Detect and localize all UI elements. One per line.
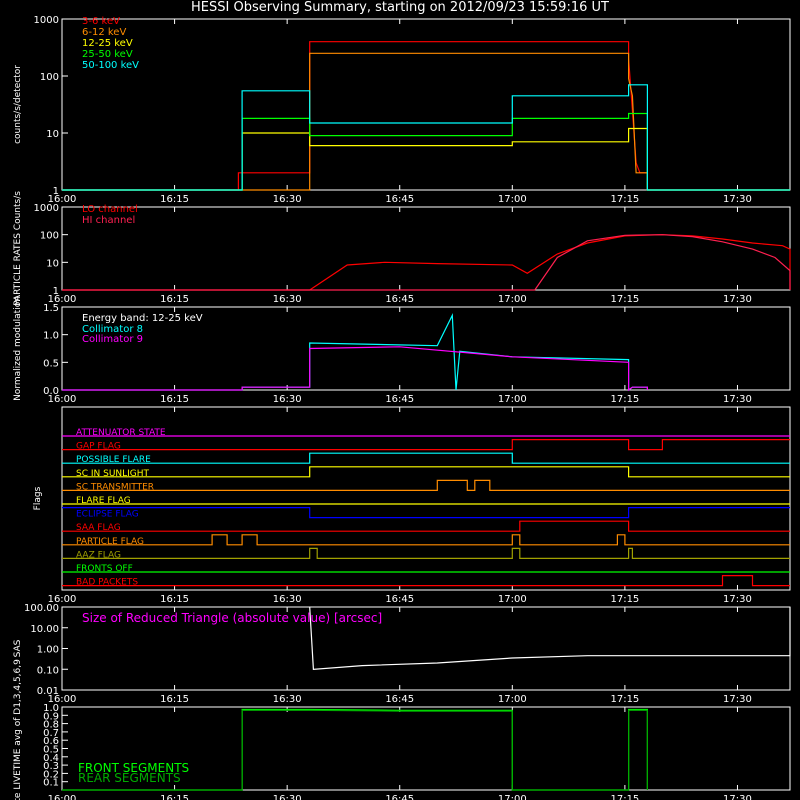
flag-line-saa-flag: [62, 520, 790, 532]
sas-xtick-label: 17:00: [498, 694, 527, 705]
count_rates-xtick-label: 17:15: [610, 194, 639, 205]
flag-line-sc-in-sunlight: [62, 466, 790, 478]
normalized_modulation-xtick-label: 16:15: [160, 394, 189, 405]
flag-label-eclipse-flag: ECLIPSE FLAG: [76, 510, 139, 520]
flag-line-gap-flag: [62, 439, 790, 451]
particle_rates-xtick-label: 16:30: [273, 294, 302, 305]
particle_rates-xtick-label: 17:00: [498, 294, 527, 305]
normalized_modulation-xtick-label: 16:45: [385, 394, 414, 405]
count_rates-series-50-100-kev: [62, 84, 790, 191]
particle_rates-xtick-label: 17:30: [723, 294, 752, 305]
flags-frame: [61, 406, 791, 591]
flag-line-particle-flag: [62, 534, 790, 546]
sas-xtick-label: 16:30: [273, 694, 302, 705]
count_rates-legend-2: 12-25 keV: [82, 38, 133, 49]
normalized_modulation-ytick-label: 1.0: [43, 331, 59, 342]
count_rates-legend-4: 50-100 keV: [82, 60, 139, 71]
particle_rates-legend-1: HI channel: [82, 215, 135, 226]
normalized_modulation-ytick-label: 0.0: [43, 386, 59, 397]
normalized_modulation-xtick-label: 17:15: [610, 394, 639, 405]
flag-line-possible-flare: [62, 452, 790, 464]
flags-xtick-label: 17:30: [723, 594, 752, 605]
particle_rates-ytick-label: 1000: [34, 203, 59, 214]
sas-ytick-label: 0.01: [37, 686, 59, 697]
count_rates-legend-3: 25-50 keV: [82, 49, 133, 60]
flags-xtick-label: 16:15: [160, 594, 189, 605]
observing-summary-chart: 16:00 16:15 16:30 16:45 17:00 17:15 17:3011010…: [13, 15, 791, 800]
normalized_modulation-legend-1: Collimator 9: [82, 334, 143, 345]
particle_rates-series-hi-channel: [62, 234, 791, 291]
particle_rates-xtick-label: 17:15: [610, 294, 639, 305]
count_rates-ytick-label: 1000: [34, 15, 59, 26]
flag-line-bad-packets: [62, 574, 790, 587]
particle_rates-xtick-label: 16:45: [385, 294, 414, 305]
flag-line-sc-transmitter: [62, 479, 790, 491]
sas-xtick-label: 17:30: [723, 694, 752, 705]
livetime-xtick-label: 16:00: [48, 794, 77, 800]
particle_rates-series-lo-channel: [62, 234, 791, 291]
flag-line-aaz-flag: [62, 547, 790, 560]
particle_rates-ytick-label: 100: [40, 231, 59, 242]
count_rates-legend-1: 6-12 keV: [82, 27, 126, 38]
sas-ylabel: SAS: [13, 639, 23, 657]
sas-xtick-label: 16:15: [160, 694, 189, 705]
livetime-xtick-label: 16:15: [160, 794, 189, 800]
count_rates-ytick-label: 100: [40, 72, 59, 83]
particle_rates-ytick-label: 10: [46, 258, 59, 269]
livetime-xtick-label: 16:45: [385, 794, 414, 800]
normalized_modulation-ytick-label: 1.5: [43, 303, 59, 314]
livetime-xtick-label: 17:30: [723, 794, 752, 800]
count_rates-xtick-label: 17:00: [498, 194, 527, 205]
count_rates-legend-0: 3-6 keV: [82, 16, 120, 27]
count_rates-xtick-label: 17:30: [723, 194, 752, 205]
sas-ytick-label: 10.00: [30, 624, 59, 635]
particle_rates-xtick-label: 16:15: [160, 294, 189, 305]
sas-ytick-label: 1.00: [37, 645, 59, 656]
count_rates-series-25-50-kev: [62, 112, 790, 191]
livetime-xtick-label: 17:15: [610, 794, 639, 800]
flag-line-eclipse-flag: [62, 507, 790, 519]
normalized_modulation-series-collimator-9: [62, 346, 649, 392]
flags-xtick-label: 16:45: [385, 594, 414, 605]
count_rates-xtick-label: 16:45: [385, 194, 414, 205]
livetime-ylabel: Mon. Rate LIVETIME avg of D1,3,4,5,6,9: [13, 659, 23, 800]
count_rates-frame: [61, 18, 791, 191]
flags-xtick-label: 17:15: [610, 594, 639, 605]
normalized_modulation-xtick-label: 17:00: [498, 394, 527, 405]
count_rates-ylabel: counts/s/detector: [13, 65, 23, 144]
flags-xtick-label: 17:00: [498, 594, 527, 605]
particle_rates-legend-0: LO channel: [82, 204, 138, 215]
count_rates-series-6-12-kev: [62, 52, 790, 191]
livetime-ytick-label: 1.0: [43, 703, 59, 714]
flags-xtick-label: 16:30: [273, 594, 302, 605]
count_rates-xtick-label: 16:30: [273, 194, 302, 205]
normalized_modulation-xtick-label: 17:30: [723, 394, 752, 405]
normalized_modulation-series-collimator-8: [62, 312, 649, 392]
sas-annotation: Size of Reduced Triangle (absolute value…: [82, 611, 382, 625]
normalized_modulation-ylabel: Normalized modulation: [13, 296, 23, 401]
flags-ylabel: Flags: [33, 486, 43, 510]
count_rates-xtick-label: 16:15: [160, 194, 189, 205]
livetime-xtick-label: 17:00: [498, 794, 527, 800]
sas-xtick-label: 17:15: [610, 694, 639, 705]
livetime-legend-1: REAR SEGMENTS: [78, 771, 181, 785]
sas-xtick-label: 16:45: [385, 694, 414, 705]
particle_rates-ylabel: PARTICLE RATES Counts/s: [13, 191, 23, 306]
particle_rates-ytick-label: 1: [53, 286, 59, 297]
count_rates-series-3-6-kev: [62, 41, 790, 191]
count_rates-ytick-label: 10: [46, 129, 59, 140]
normalized_modulation-annotation: Energy band: 12-25 keV: [82, 313, 203, 324]
count_rates-series-12-25-kev: [62, 127, 790, 191]
normalized_modulation-xtick-label: 16:30: [273, 394, 302, 405]
livetime-xtick-label: 16:30: [273, 794, 302, 800]
normalized_modulation-ytick-label: 0.5: [43, 358, 59, 369]
count_rates-ytick-label: 1: [53, 186, 59, 197]
flags-xtick-label: 16:00: [48, 594, 77, 605]
sas-ytick-label: 0.10: [37, 665, 59, 676]
particle_rates-frame: [61, 206, 791, 291]
